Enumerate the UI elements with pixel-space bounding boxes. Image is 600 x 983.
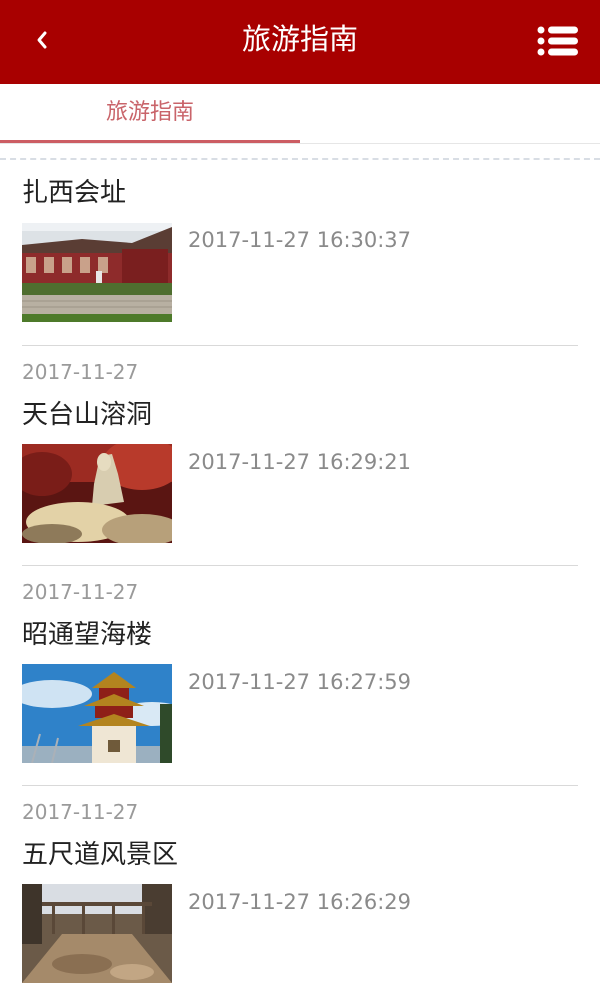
article-datetime: 2017-11-27 16:27:59 bbox=[188, 670, 412, 694]
menu-button[interactable] bbox=[532, 20, 584, 62]
tab-label: 旅游指南 bbox=[105, 100, 194, 125]
article-thumbnail[interactable] bbox=[22, 664, 172, 763]
historic-site-photo bbox=[22, 223, 172, 322]
tab-bar: 旅游指南 bbox=[0, 84, 600, 144]
chevron-left-icon bbox=[37, 31, 47, 49]
article-datetime: 2017-11-27 16:26:29 bbox=[188, 890, 412, 914]
article-date: 2017-11-27 bbox=[22, 360, 139, 384]
article-datetime: 2017-11-27 16:29:21 bbox=[188, 450, 412, 474]
page-title: 旅游指南 bbox=[241, 22, 358, 56]
article-datetime: 2017-11-27 16:30:37 bbox=[188, 228, 412, 252]
article-thumbnail[interactable] bbox=[22, 444, 172, 543]
article-date: 2017-11-27 bbox=[22, 800, 139, 824]
back-button[interactable] bbox=[24, 22, 60, 58]
article-title: 扎西会址 bbox=[22, 178, 127, 208]
list-menu-icon bbox=[537, 26, 578, 56]
article-title: 五尺道风景区 bbox=[22, 840, 179, 870]
active-tab-indicator bbox=[0, 140, 300, 143]
scenic-path-photo bbox=[22, 884, 172, 983]
list-item[interactable]: 扎西会址 2017-11-27 16:30:37 bbox=[22, 160, 578, 346]
list-item[interactable]: 2017-11-27 天台山溶洞 2017-11-27 16:29:21 bbox=[22, 346, 578, 566]
tab-travel-guide[interactable]: 旅游指南 bbox=[0, 84, 300, 144]
article-title: 昭通望海楼 bbox=[22, 620, 153, 650]
cave-photo bbox=[22, 444, 172, 543]
pagoda-photo bbox=[22, 664, 172, 763]
app-header: 旅游指南 bbox=[0, 0, 600, 84]
list-item[interactable]: 2017-11-27 五尺道风景区 2017-11-27 16:26:29 bbox=[22, 786, 578, 983]
article-thumbnail[interactable] bbox=[22, 884, 172, 983]
list-item[interactable]: 2017-11-27 昭通望海楼 2017-11-27 16:27:59 bbox=[22, 566, 578, 786]
article-title: 天台山溶洞 bbox=[22, 400, 153, 430]
article-date: 2017-11-27 bbox=[22, 580, 139, 604]
article-thumbnail[interactable] bbox=[22, 223, 172, 322]
